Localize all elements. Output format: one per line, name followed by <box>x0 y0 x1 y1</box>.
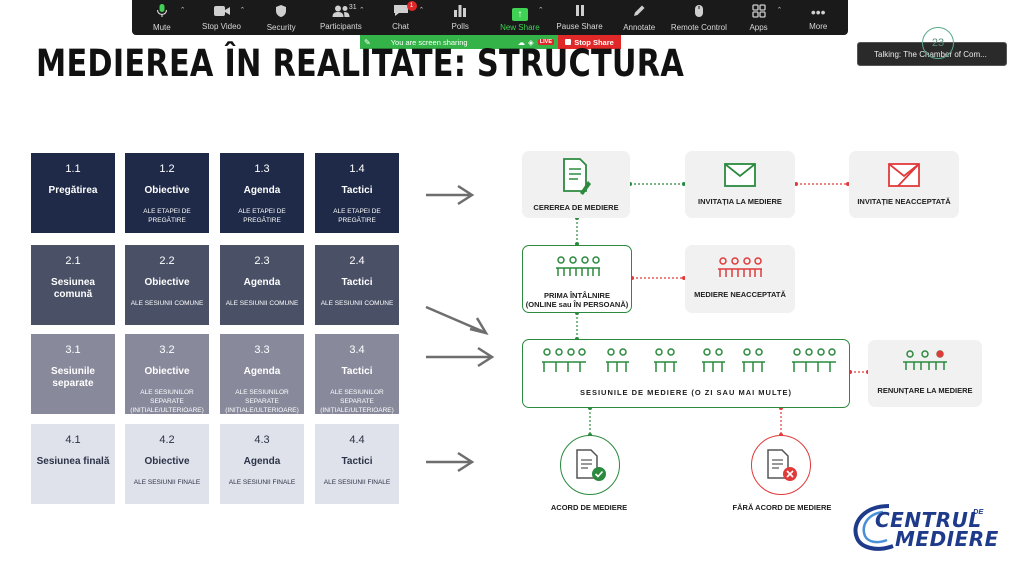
no-agreement-label: FĂRĂ ACORD DE MEDIERE <box>732 503 832 512</box>
envelope-x-icon <box>888 163 920 187</box>
meeting-table-icon <box>718 257 762 277</box>
invitation-label: INVITAȚIA LA MEDIERE <box>698 197 782 206</box>
document-pen-icon <box>563 158 591 195</box>
meeting-tables-icon <box>542 348 836 372</box>
invitation-box: INVITAȚIA LA MEDIERE <box>685 151 795 218</box>
mediation-sessions-box: SESIUNILE DE MEDIERE (O ZI SAU MAI MULTE… <box>522 339 850 408</box>
flow-connectors <box>575 182 870 437</box>
invitation-refused-label: INVITAȚIE NEACCEPTATĂ <box>857 197 951 206</box>
withdraw-box: RENUNȚARE LA MEDIERE <box>868 340 982 407</box>
agreement-circle <box>560 435 620 495</box>
centrul-de-mediere-logo: CENTRUL DE MEDIERE <box>849 500 998 556</box>
mediation-request-box: CEREREA DE MEDIERE <box>522 151 630 218</box>
logo-text-line2: MEDIERE <box>895 527 999 551</box>
mediation-refused-box: MEDIERE NEACCEPTATĂ <box>685 245 795 313</box>
invitation-refused-box: INVITAȚIE NEACCEPTATĂ <box>849 151 959 218</box>
no-agreement-circle <box>751 435 811 495</box>
document-x-icon <box>767 449 797 481</box>
first-meeting-label: PRIMA ÎNTÂLNIRE <box>544 291 610 300</box>
meeting-table-icon <box>903 350 947 370</box>
agreement-label: ACORD DE MEDIERE <box>550 503 628 512</box>
envelope-icon <box>724 163 756 187</box>
logo-text-de: DE <box>973 507 984 516</box>
mediation-sessions-label: SESIUNILE DE MEDIERE (O ZI SAU MAI MULTE… <box>579 388 793 397</box>
meeting-table-icon <box>556 256 600 276</box>
first-meeting-sublabel: (ONLINE sau ÎN PERSOANĂ) <box>525 300 629 309</box>
first-meeting-box: PRIMA ÎNTÂLNIRE (ONLINE sau ÎN PERSOANĂ) <box>522 245 632 313</box>
mediation-refused-label: MEDIERE NEACCEPTATĂ <box>694 290 786 299</box>
withdraw-label: RENUNȚARE LA MEDIERE <box>877 386 973 395</box>
mediation-request-label: CEREREA DE MEDIERE <box>533 203 619 212</box>
document-check-icon <box>576 449 606 481</box>
